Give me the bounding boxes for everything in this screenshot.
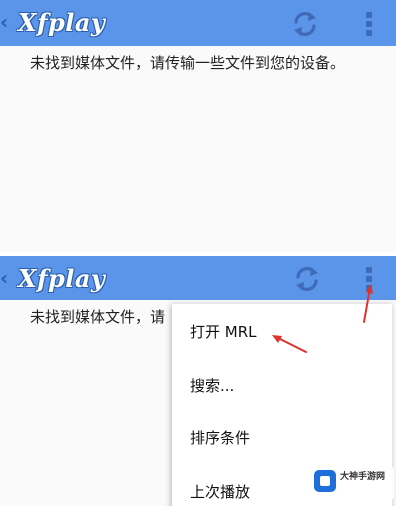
menu-item-sort-by[interactable]: 排序条件 xyxy=(190,428,250,448)
site-watermark: 大神手游网 xyxy=(310,466,394,500)
empty-media-message: 未找到媒体文件，请 xyxy=(30,308,166,326)
empty-media-message: 未找到媒体文件，请传输一些文件到您的设备。 xyxy=(30,54,346,72)
app-title: Xfplay xyxy=(18,8,106,37)
back-chevron-icon[interactable]: ‹ xyxy=(0,10,10,34)
menu-item-open-mrl[interactable]: 打开 MRL xyxy=(190,322,257,342)
refresh-icon[interactable] xyxy=(290,9,320,39)
menu-item-search[interactable]: 搜索... xyxy=(190,376,234,396)
overflow-menu-icon[interactable] xyxy=(362,10,376,38)
site-logo-icon xyxy=(314,470,336,492)
back-chevron-icon[interactable]: ‹ xyxy=(0,266,10,290)
refresh-icon[interactable] xyxy=(292,264,322,294)
app-title: Xfplay xyxy=(18,264,106,293)
watermark-title: 大神手游网 xyxy=(340,472,386,482)
app-bar: ‹ Xfplay xyxy=(0,256,396,300)
annotation-arrow-menu xyxy=(363,284,373,323)
annotation-arrow-open-mrl xyxy=(272,335,307,353)
app-bar: ‹ Xfplay xyxy=(0,0,396,46)
menu-item-last-played[interactable]: 上次播放 xyxy=(190,482,250,502)
top-screen: ‹ Xfplay 未找到媒体文件，请传输一些文件到您的设备。 xyxy=(0,0,396,252)
